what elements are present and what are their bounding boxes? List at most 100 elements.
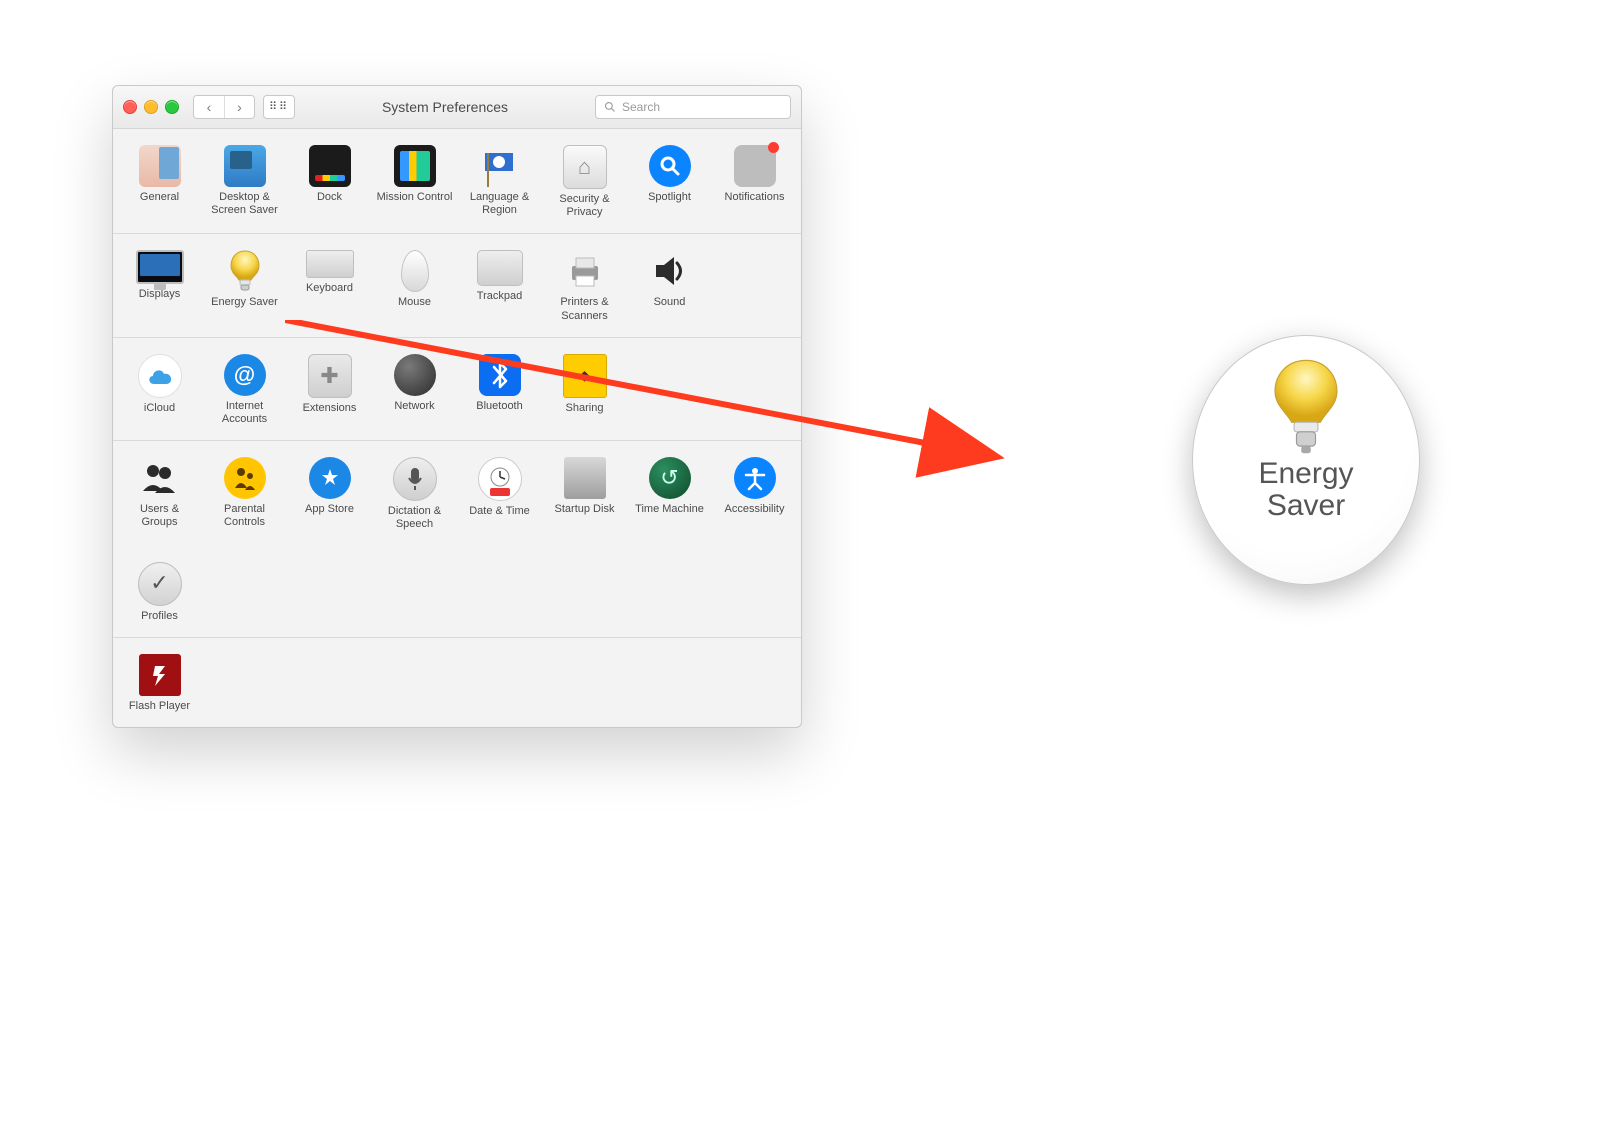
pref-row: iCloud @Internet Accounts ✚ Extensions Netwo… <box>113 338 801 440</box>
pref-item-parental-controls[interactable]: Parental Controls <box>202 457 287 531</box>
pref-label: iCloud <box>144 402 175 415</box>
time-machine-icon <box>649 457 691 499</box>
pref-row: Flash Player <box>113 638 801 727</box>
pref-section-0: General Desktop & Screen Saver Dock Mission… <box>113 129 801 234</box>
pref-section-3: Users & Groups Parental Controls App Store… <box>113 441 801 638</box>
search-placeholder: Search <box>622 100 660 114</box>
pref-item-icloud[interactable]: iCloud <box>117 354 202 426</box>
pref-item-internet-accounts[interactable]: @Internet Accounts <box>202 354 287 426</box>
hard-drive-icon <box>564 457 606 499</box>
grid-icon: ⠿⠿ <box>269 105 289 109</box>
pref-item-network[interactable]: Network <box>372 354 457 426</box>
pref-label: Network <box>394 400 434 413</box>
flag-icon <box>479 145 521 187</box>
puzzle-icon: ✚ <box>308 354 352 398</box>
pref-item-notifications[interactable]: Notifications <box>712 145 797 219</box>
trackpad-icon <box>477 250 523 286</box>
lightbulb-icon <box>1270 358 1342 458</box>
pref-item-startup-disk[interactable]: Startup Disk <box>542 457 627 531</box>
callout-label-line1: Energy <box>1258 458 1353 490</box>
pref-label: App Store <box>305 503 354 516</box>
pref-label: Time Machine <box>635 503 704 516</box>
pref-section-2: iCloud @Internet Accounts ✚ Extensions Netwo… <box>113 338 801 441</box>
pref-item-bluetooth[interactable]: Bluetooth <box>457 354 542 426</box>
pref-label: Dock <box>317 191 342 204</box>
pref-item-general[interactable]: General <box>117 145 202 219</box>
show-all-button[interactable]: ⠿⠿ <box>263 95 295 119</box>
notifications-icon <box>734 145 776 187</box>
bluetooth-icon <box>479 354 521 396</box>
callout-label-line2: Saver <box>1267 490 1345 522</box>
flash-player-icon <box>139 654 181 696</box>
pref-section-1: Displays Energy Saver Keyboard Mouse Trackpa… <box>113 234 801 337</box>
pref-item-extensions[interactable]: ✚ Extensions <box>287 354 372 426</box>
pref-label: Users & Groups <box>121 503 199 529</box>
pref-item-accessibility[interactable]: Accessibility <box>712 457 797 531</box>
pref-item-mission-control[interactable]: Mission Control <box>372 145 457 219</box>
search-icon <box>604 101 616 113</box>
dock-icon <box>309 145 351 187</box>
pref-item-sound[interactable]: Sound <box>627 250 712 322</box>
back-button[interactable]: ‹ <box>194 96 224 118</box>
pref-item-displays[interactable]: Displays <box>117 250 202 322</box>
window-title: System Preferences <box>303 99 587 115</box>
people-icon <box>139 457 181 499</box>
pref-item-spotlight[interactable]: Spotlight <box>627 145 712 219</box>
pref-item-users-groups[interactable]: Users & Groups <box>117 457 202 531</box>
mouse-icon <box>401 250 429 292</box>
sharing-sign-icon: ◆ <box>563 354 607 398</box>
pref-item-language-region[interactable]: Language & Region <box>457 145 542 219</box>
pref-item-printers-scanners[interactable]: Printers & Scanners <box>542 250 627 322</box>
microphone-icon <box>393 457 437 501</box>
pref-label: Parental Controls <box>206 503 284 529</box>
mission-control-icon <box>394 145 436 187</box>
desktop-screensaver-icon <box>224 145 266 187</box>
nav-back-forward: ‹ › <box>193 95 255 119</box>
lightbulb-icon <box>224 250 266 292</box>
pref-item-dictation-speech[interactable]: Dictation & Speech <box>372 457 457 531</box>
pref-label: Dictation & Speech <box>376 505 454 531</box>
general-icon <box>139 145 181 187</box>
keyboard-icon <box>306 250 354 278</box>
pref-item-keyboard[interactable]: Keyboard <box>287 250 372 322</box>
pref-item-date-time[interactable]: Date & Time <box>457 457 542 531</box>
pref-item-trackpad[interactable]: Trackpad <box>457 250 542 322</box>
speaker-icon <box>649 250 691 292</box>
pref-row: Users & Groups Parental Controls App Store… <box>113 441 801 545</box>
forward-button[interactable]: › <box>224 96 254 118</box>
pref-label: Spotlight <box>648 191 691 204</box>
pref-label: Mouse <box>398 296 431 309</box>
pref-label: Desktop & Screen Saver <box>206 191 284 217</box>
pref-label: Language & Region <box>461 191 539 217</box>
pref-label: Extensions <box>303 402 357 415</box>
pref-item-profiles[interactable]: ✓Profiles <box>117 562 202 623</box>
pref-label: Trackpad <box>477 290 522 303</box>
pref-item-flash-player[interactable]: Flash Player <box>117 654 202 713</box>
pref-label: Printers & Scanners <box>546 296 624 322</box>
globe-icon <box>394 354 436 396</box>
parental-icon <box>224 457 266 499</box>
pref-label: Sound <box>654 296 686 309</box>
pref-item-sharing[interactable]: ◆ Sharing <box>542 354 627 426</box>
pref-item-time-machine[interactable]: Time Machine <box>627 457 712 531</box>
traffic-lights <box>123 100 179 114</box>
zoom-window-button[interactable] <box>165 100 179 114</box>
system-preferences-window: ‹ › ⠿⠿ System Preferences Search General… <box>112 85 802 728</box>
search-field[interactable]: Search <box>595 95 791 119</box>
pref-row: Displays Energy Saver Keyboard Mouse Trackpa… <box>113 234 801 336</box>
pref-item-mouse[interactable]: Mouse <box>372 250 457 322</box>
pref-item-app-store[interactable]: App Store <box>287 457 372 531</box>
pref-item-desktop-screen-saver[interactable]: Desktop & Screen Saver <box>202 145 287 219</box>
display-icon <box>136 250 184 284</box>
pref-item-dock[interactable]: Dock <box>287 145 372 219</box>
minimize-window-button[interactable] <box>144 100 158 114</box>
pref-label: Internet Accounts <box>206 400 284 426</box>
pref-label: Mission Control <box>377 191 453 204</box>
close-window-button[interactable] <box>123 100 137 114</box>
pref-label: Energy Saver <box>211 296 278 309</box>
printer-icon <box>564 250 606 292</box>
pref-label: General <box>140 191 179 204</box>
pref-item-security-privacy[interactable]: ⌂Security & Privacy <box>542 145 627 219</box>
pref-item-energy-saver[interactable]: Energy Saver <box>202 250 287 322</box>
pref-label: Sharing <box>566 402 604 415</box>
